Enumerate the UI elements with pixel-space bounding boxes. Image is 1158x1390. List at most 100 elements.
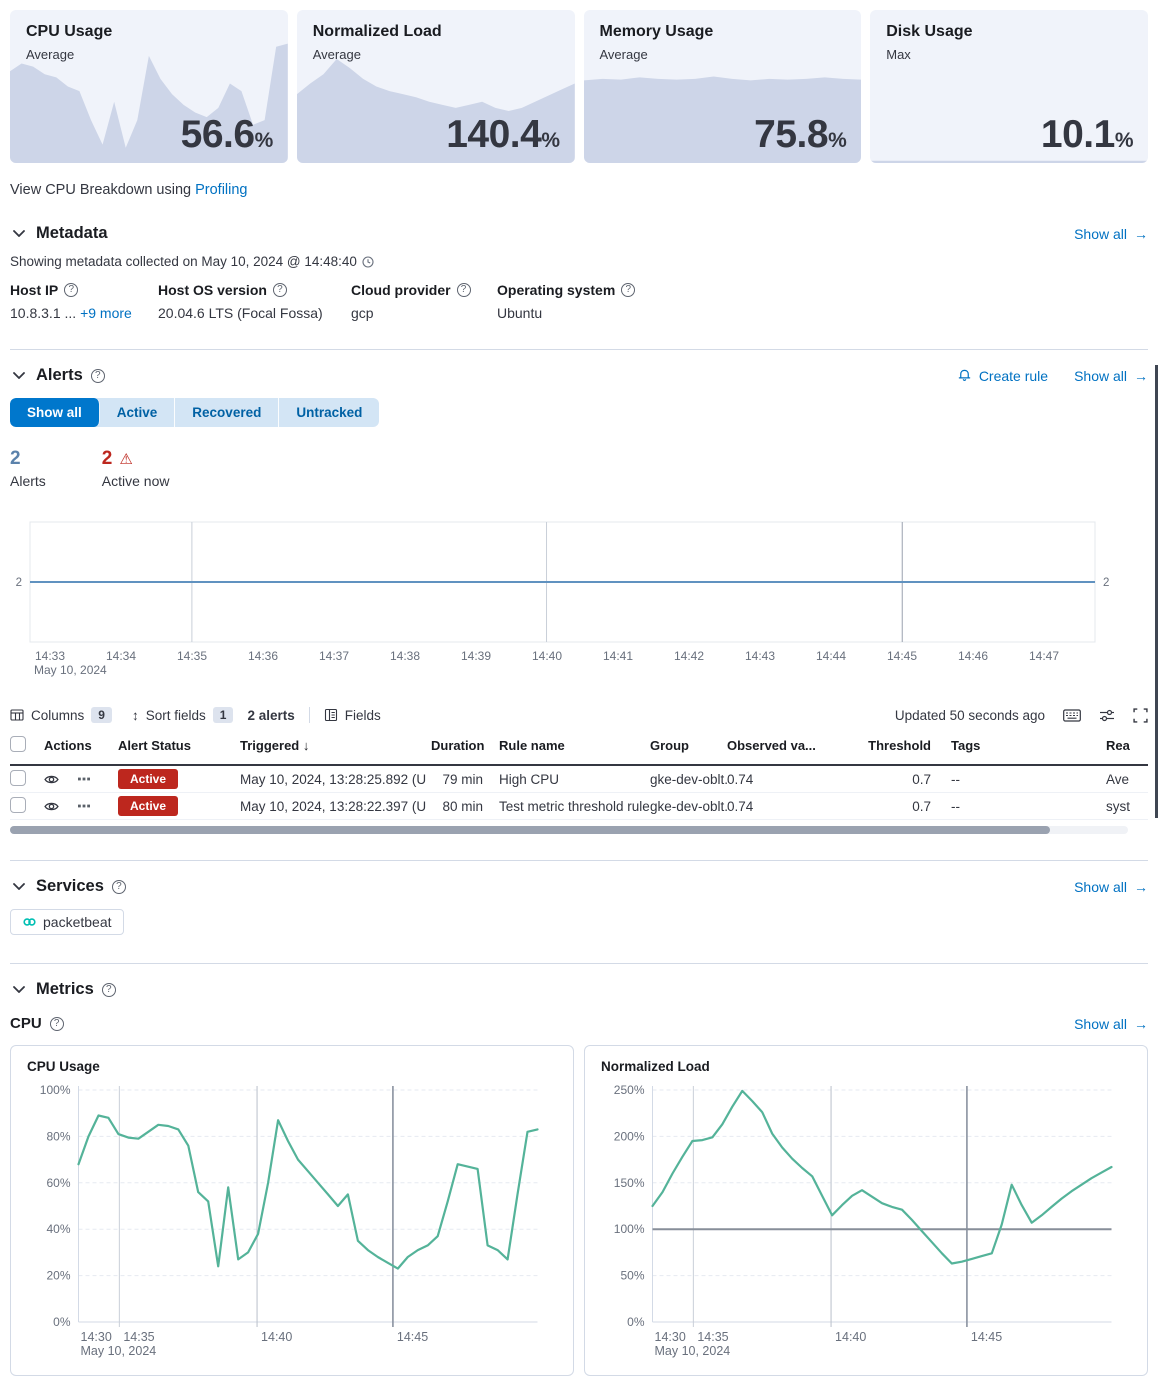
eye-icon xyxy=(44,801,59,812)
horizontal-scrollbar-thumb[interactable] xyxy=(10,826,1050,834)
kpi-card-cpu-usage[interactable]: CPU Usage Average 56.6% xyxy=(10,10,288,163)
columns-button[interactable]: Columns 9 xyxy=(10,707,112,723)
collapse-chevron-icon[interactable] xyxy=(10,878,28,896)
profiling-link[interactable]: Profiling xyxy=(195,182,247,198)
svg-text:14:45: 14:45 xyxy=(397,1330,428,1344)
metrics-cpu-row: CPU ? Show all→ xyxy=(10,1015,1148,1032)
cell-group: gke-dev-oblt... xyxy=(650,799,727,814)
svg-text:80%: 80% xyxy=(46,1129,70,1143)
cpu-group-title: CPU xyxy=(10,1015,42,1032)
alerts-section-header: Alerts ? Create rule Show all→ xyxy=(10,366,1148,385)
tab-show-all[interactable]: Show all xyxy=(10,398,100,427)
alerts-status-filter: Show all Active Recovered Untracked xyxy=(10,398,379,427)
fullscreen-icon xyxy=(1133,708,1148,723)
sort-fields-button[interactable]: ↕ Sort fields 1 xyxy=(132,707,233,723)
status-badge[interactable]: Active xyxy=(118,796,178,816)
metadata-field-host-os: Host OS version? 20.04.6 LTS (Focal Foss… xyxy=(158,282,351,321)
cell-triggered: May 10, 2024, 13:28:22.397 (U xyxy=(240,799,431,814)
svg-text:14:30: 14:30 xyxy=(655,1330,686,1344)
svg-text:14:45: 14:45 xyxy=(887,649,917,663)
kpi-card-memory-usage[interactable]: Memory Usage Average 75.8% xyxy=(584,10,862,163)
alerts-table: Actions Alert Status Triggered ↓ Duratio… xyxy=(10,736,1148,834)
kpi-subtitle: Average xyxy=(26,47,272,62)
help-icon[interactable]: ? xyxy=(50,1017,64,1031)
chart-title: Normalized Load xyxy=(585,1059,1147,1074)
help-icon[interactable]: ? xyxy=(64,283,78,297)
row-checkbox[interactable] xyxy=(10,797,26,813)
display-options-button[interactable] xyxy=(1099,709,1115,722)
svg-text:14:44: 14:44 xyxy=(816,649,846,663)
warning-triangle-icon: ⚠ xyxy=(119,450,132,468)
header-triggered[interactable]: Triggered ↓ xyxy=(240,738,431,753)
alerts-timeline-chart[interactable]: 2214:3314:3414:3514:3614:3714:3814:3914:… xyxy=(10,519,1148,679)
header-group: Group xyxy=(650,738,727,753)
tab-untracked[interactable]: Untracked xyxy=(279,398,379,427)
cell-threshold: 0.7 xyxy=(839,772,931,787)
help-icon[interactable]: ? xyxy=(273,283,287,297)
svg-text:20%: 20% xyxy=(46,1269,70,1283)
collapse-chevron-icon[interactable] xyxy=(10,367,28,385)
svg-text:50%: 50% xyxy=(620,1269,644,1283)
arrow-right-icon: → xyxy=(1134,879,1148,895)
kpi-subtitle: Average xyxy=(313,47,559,62)
help-icon[interactable]: ? xyxy=(102,983,116,997)
more-actions-button[interactable] xyxy=(77,772,91,786)
section-divider xyxy=(10,349,1148,350)
service-badge-packetbeat[interactable]: packetbeat xyxy=(10,909,124,935)
boxes-horizontal-icon xyxy=(77,799,91,813)
header-tags: Tags xyxy=(931,738,1092,753)
status-badge[interactable]: Active xyxy=(118,769,178,789)
collapse-chevron-icon[interactable] xyxy=(10,225,28,243)
help-icon[interactable]: ? xyxy=(91,369,105,383)
kpi-card-disk-usage[interactable]: Disk Usage Max 10.1% xyxy=(870,10,1148,163)
svg-text:60%: 60% xyxy=(46,1176,70,1190)
view-alert-button[interactable] xyxy=(44,801,59,812)
svg-text:14:46: 14:46 xyxy=(958,649,988,663)
alerts-title: Alerts xyxy=(36,366,83,385)
svg-text:14:43: 14:43 xyxy=(745,649,775,663)
cpu-usage-chart: 0%20%40%60%80%100%14:3014:3514:4014:45Ma… xyxy=(11,1078,573,1368)
stat-active-now: 2⚠ Active now xyxy=(102,448,170,489)
normalized-load-chart-panel[interactable]: Normalized Load 0%50%100%150%200%250%14:… xyxy=(584,1045,1148,1376)
fullscreen-button[interactable] xyxy=(1133,708,1148,723)
more-actions-button[interactable] xyxy=(77,799,91,813)
view-alert-button[interactable] xyxy=(44,774,59,785)
select-all-checkbox[interactable] xyxy=(10,736,26,752)
metrics-show-all-link[interactable]: Show all→ xyxy=(1074,1016,1148,1032)
arrow-right-icon: → xyxy=(1134,1016,1148,1032)
metadata-title: Metadata xyxy=(36,224,108,243)
tab-recovered[interactable]: Recovered xyxy=(175,398,279,427)
help-icon[interactable]: ? xyxy=(457,283,471,297)
sort-icon: ↕ xyxy=(132,708,139,723)
svg-text:14:35: 14:35 xyxy=(177,649,207,663)
metadata-section-header: Metadata Show all→ xyxy=(10,224,1148,243)
header-rule-name: Rule name xyxy=(487,738,650,753)
tab-active[interactable]: Active xyxy=(100,398,176,427)
collapse-chevron-icon[interactable] xyxy=(10,981,28,999)
alerts-table-header: Actions Alert Status Triggered ↓ Duratio… xyxy=(10,736,1148,766)
help-icon[interactable]: ? xyxy=(112,880,126,894)
help-icon[interactable]: ? xyxy=(621,283,635,297)
services-show-all-link[interactable]: Show all→ xyxy=(1074,879,1148,895)
cpu-usage-chart-panel[interactable]: CPU Usage 0%20%40%60%80%100%14:3014:3514… xyxy=(10,1045,574,1376)
row-checkbox[interactable] xyxy=(10,770,26,786)
cell-threshold: 0.7 xyxy=(839,799,931,814)
svg-text:May 10, 2024: May 10, 2024 xyxy=(81,1344,157,1358)
metadata-fields: Host IP? 10.8.3.1 ... +9 more Host OS ve… xyxy=(10,282,1148,321)
more-ips-link[interactable]: +9 more xyxy=(80,305,132,321)
metrics-title: Metrics xyxy=(36,980,94,999)
metrics-section-header: Metrics ? xyxy=(10,980,1148,999)
svg-text:0%: 0% xyxy=(53,1315,71,1329)
alerts-show-all-link[interactable]: Show all→ xyxy=(1074,368,1148,384)
create-rule-button[interactable]: Create rule xyxy=(957,368,1048,384)
fields-button[interactable]: Fields xyxy=(324,708,381,723)
eye-icon xyxy=(44,774,59,785)
svg-text:2: 2 xyxy=(16,577,22,589)
kpi-card-normalized-load[interactable]: Normalized Load Average 140.4% xyxy=(297,10,575,163)
keyboard-shortcuts-button[interactable] xyxy=(1063,709,1081,722)
metadata-show-all-link[interactable]: Show all→ xyxy=(1074,226,1148,242)
normalized-load-chart: 0%50%100%150%200%250%14:3014:3514:4014:4… xyxy=(585,1078,1147,1368)
svg-text:May 10, 2024: May 10, 2024 xyxy=(34,663,107,677)
metadata-collected-line: Showing metadata collected on May 10, 20… xyxy=(10,254,1148,269)
svg-text:200%: 200% xyxy=(614,1129,645,1143)
